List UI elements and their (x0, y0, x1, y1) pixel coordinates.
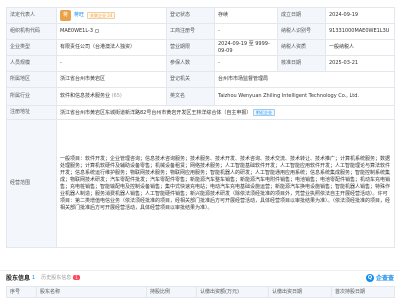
address-value: 浙江省台州市黄岩区东城街道新洋路82号台州市黄岩开发区王林洋综合体（自主申报） (60, 109, 252, 116)
en-name-value: Taizhou Wenyuan Zhiling Intelligent Tech… (214, 87, 395, 106)
company-type-label: 企业类型 (6, 39, 57, 56)
taxpayer-qual-value: 一般纳税人 (325, 39, 395, 56)
legal-rep-label: 法定代表人 (6, 7, 57, 24)
col-header-name: 股东名称 (36, 286, 147, 298)
col-header-index: 序号 (6, 286, 37, 298)
industry-code: (65) (111, 93, 122, 99)
col-header-first-hold-date[interactable]: 首次持股日期 (331, 286, 395, 298)
shareholders-count: 1 (32, 274, 36, 281)
region-label: 所属地区 (6, 71, 57, 88)
col-header-ratio[interactable]: 持股比例 (146, 286, 197, 298)
industry-value: 软件和信息技术服务业 (60, 93, 111, 99)
en-name-label: 英文名 (166, 87, 215, 106)
org-code-value: MAE0WE1L-3 (60, 28, 94, 34)
op-term-label: 营业期限 (166, 39, 215, 56)
reg-status-value: 存续 (214, 7, 278, 24)
col-header-subscribed-date[interactable]: 认缴出资日期 (268, 286, 332, 298)
taxpayer-id-value: 91331000MAE0WE1L3U (325, 23, 395, 40)
reg-status-label: 登记状态 (166, 7, 215, 24)
brand-name: 企查查 (375, 275, 394, 282)
op-term-value: 2024-09-19 至 9999-09-09 (214, 39, 278, 56)
shareholders-header: 股东信息 1 历史股东信息 1 Q 企查查 (6, 271, 394, 284)
shareholders-title: 股东信息 (6, 275, 31, 282)
scope-label: 经营范围 (6, 119, 57, 248)
qcc-logo-icon: Q (365, 273, 374, 282)
insured-value: - (214, 55, 278, 72)
biz-reg-no-value: - (214, 23, 278, 40)
business-info-table: 法定代表人 蒋 蒋旺 关联企业 24 登记状态 存续 成立日期 2024-09-… (6, 7, 395, 248)
approval-date-label: 核准日期 (277, 55, 326, 72)
insured-label: 参保人数 (166, 55, 215, 72)
copy-icon[interactable] (95, 28, 100, 33)
taxpayer-id-label: 纳税人识别号 (277, 23, 326, 40)
industry-label: 所属行业 (6, 87, 57, 106)
shareholders-table: 序号 股东名称 持股比例 认缴出资额(万元) 认缴出资日期 首次持股日期 (6, 286, 395, 298)
taxpayer-qual-label: 纳税人资质 (277, 39, 326, 56)
col-header-subscribed-amount[interactable]: 认缴出资额(万元) (196, 286, 269, 298)
history-count-badge: 1 (73, 275, 80, 280)
authority-label: 登记机关 (166, 71, 215, 88)
brand-logo: Q 企查查 (365, 273, 394, 282)
scope-value: 一般项目：软件开发；企业管理咨询；信息技术咨询服务；技术服务、技术开发、技术咨询… (56, 119, 395, 248)
est-date-label: 成立日期 (277, 7, 326, 24)
region-value: 浙江省台州市黄岩区 (56, 71, 167, 88)
org-code-label: 组织机构代码 (6, 23, 57, 40)
staff-size-label: 人员规模 (6, 55, 57, 72)
address-label: 注册地址 (6, 105, 57, 120)
staff-size-value: - (56, 55, 167, 72)
history-shareholders-tab[interactable]: 历史股东信息 (41, 274, 71, 281)
est-date-value: 2024-09-19 (325, 7, 395, 24)
related-companies-tag[interactable]: 关联企业 24 (87, 12, 116, 19)
nearby-companies-link[interactable]: 附近企业 (252, 108, 275, 116)
legal-rep-name-link[interactable]: 蒋旺 (74, 12, 84, 19)
avatar: 蒋 (60, 10, 71, 21)
approval-date-value: 2025-03-21 (325, 55, 395, 72)
biz-reg-no-label: 工商注册号 (166, 23, 215, 40)
authority-value: 台州市市场监督管理局 (214, 71, 395, 88)
company-type-value: 有限责任公司（台港澳法人独资） (56, 39, 167, 56)
